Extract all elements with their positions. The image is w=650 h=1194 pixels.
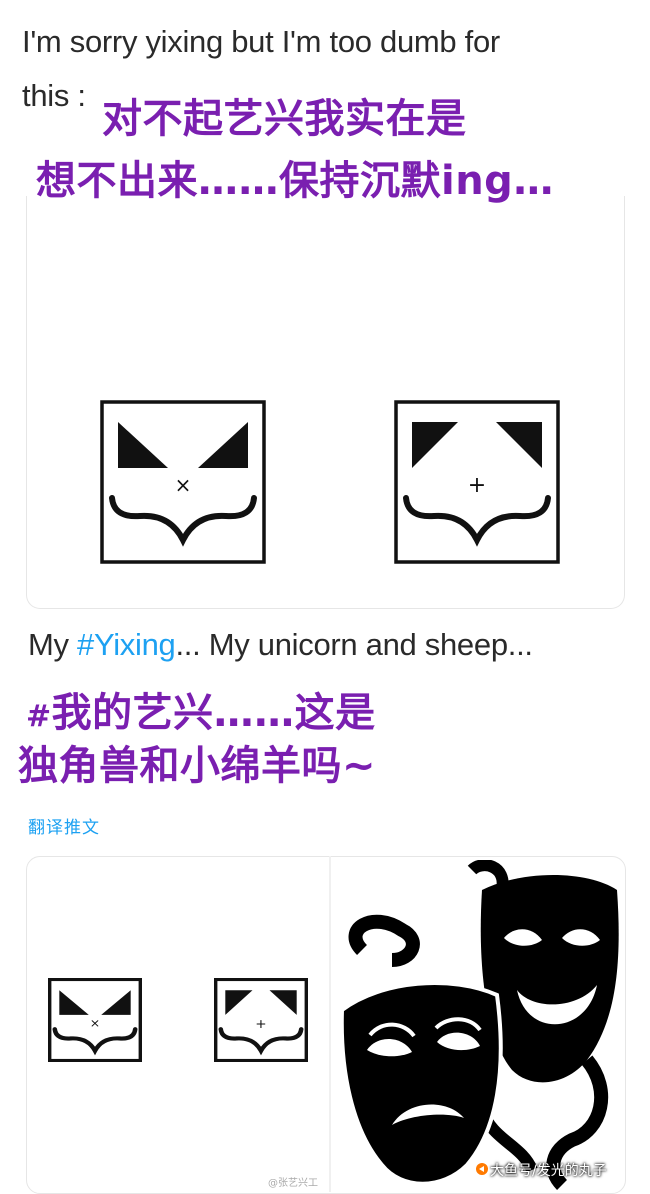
unicorn-face-logo-icon: × (100, 400, 266, 564)
left-logo-mark: × (175, 473, 192, 497)
main-watermark: 大鱼号/发光的丸子 (490, 1163, 607, 1179)
tweet2-text-suffix: ... My unicorn and sheep... (175, 627, 533, 662)
tweet1-cn-caption-line1: 对不起艺兴我实在是 (102, 96, 467, 142)
theater-masks-icon (339, 860, 619, 1190)
left-logo-small-mark: × (90, 1017, 100, 1030)
right-logo-mark: + (468, 473, 486, 498)
right-logo-small-mark: + (255, 1018, 266, 1032)
tweet1-cn-caption-line2: 想不出来……保持沉默ing… (36, 158, 554, 204)
tweet2-text-prefix: My (28, 627, 78, 662)
tweet1-text-line1: I'm sorry yixing but I'm too dumb for (22, 24, 500, 59)
image-divider (329, 856, 331, 1192)
fish-logo-icon (476, 1163, 488, 1175)
unicorn-face-logo-small-icon: × (48, 978, 142, 1062)
tweet2-cn-caption-line2: 独角兽和小绵羊吗~ (18, 743, 377, 789)
small-watermark: @张艺兴工 (268, 1178, 318, 1189)
translate-tweet-link[interactable]: 翻译推文 (28, 813, 100, 838)
sheep-face-logo-small-icon: + (214, 978, 308, 1062)
tweet2-cn-hash: # (26, 699, 52, 734)
tweet2-cn-caption-line1-text: 我的艺兴……这是 (51, 690, 376, 736)
sheep-face-logo-icon: + (394, 400, 560, 564)
tweet2-text: My #Yixing... My unicorn and sheep... (28, 618, 533, 672)
tweet2-hashtag-link[interactable]: #Yixing (77, 627, 176, 662)
tweet1-text-line2: this : (22, 78, 86, 113)
tweet2-cn-caption-line1: #我的艺兴……这是 (26, 680, 376, 738)
